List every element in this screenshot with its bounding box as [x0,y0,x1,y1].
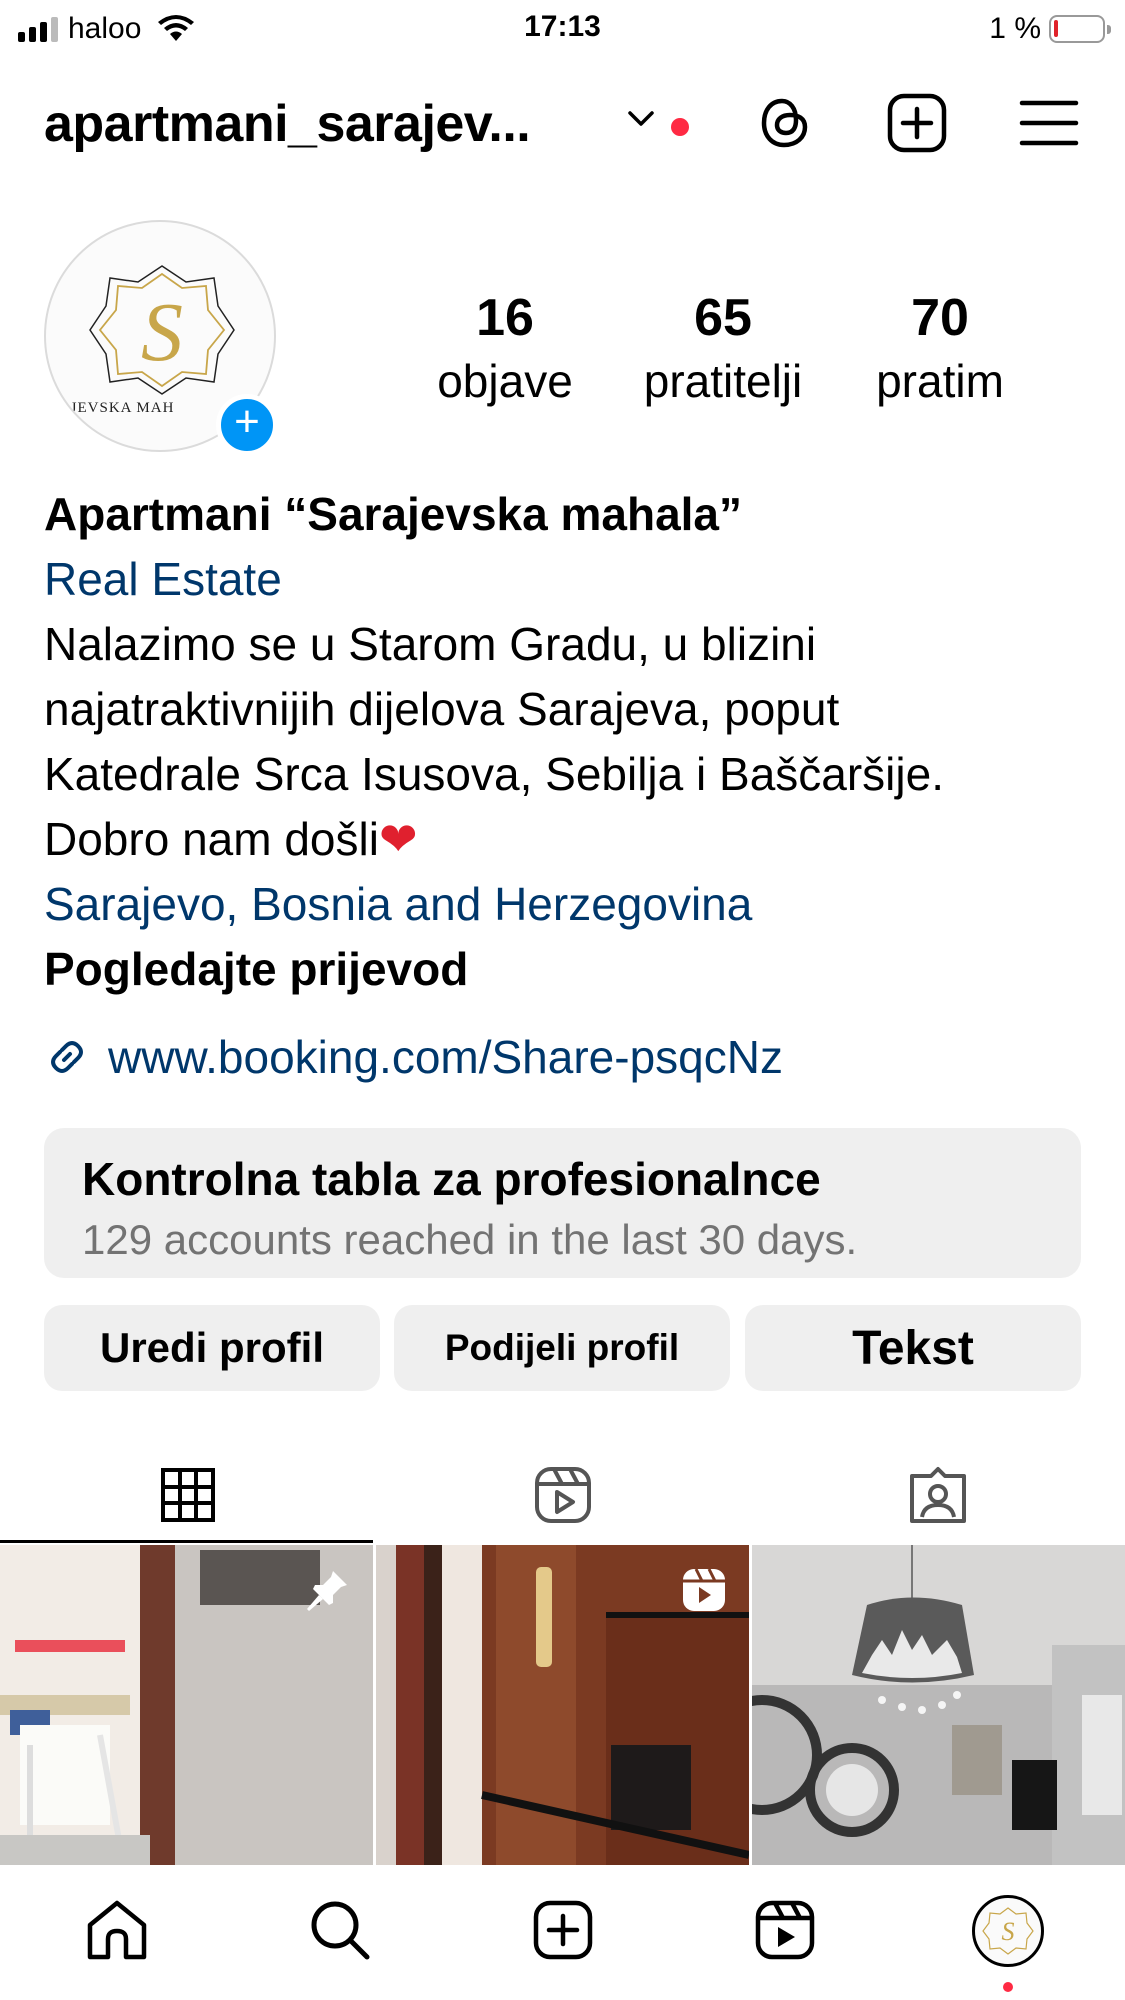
profile-avatar-logo: S [982,1907,1034,1955]
bio-last-text: Dobro nam došli [44,813,379,865]
stat-followers-label: pratitelji [643,355,803,407]
nav-profile-avatar[interactable]: S [972,1895,1044,1967]
pin-icon [307,1571,347,1611]
reels-icon [683,1568,725,1611]
stat-followers[interactable]: 65 pratitelji [618,288,828,408]
nav-reels[interactable] [750,1895,820,1965]
bio-line: Dobro nam došli❤ [44,807,1104,872]
menu-icon[interactable] [1016,90,1082,156]
profile-bio: Apartmani “Sarajevska mahala” Real Estat… [44,482,1104,1002]
grid-post[interactable] [376,1545,749,1865]
tab-reels[interactable] [375,1455,750,1535]
nav-home[interactable] [82,1895,152,1965]
notification-dot [671,118,689,136]
status-time: 17:13 [524,10,601,43]
post-thumbnail [752,1545,1125,1865]
grid-post[interactable] [0,1545,373,1865]
search-icon [311,1901,370,1960]
location-link[interactable]: Sarajevo, Bosnia and Herzegovina [44,872,1104,937]
website-url[interactable]: www.booking.com/Share-psqcNz [108,1030,783,1084]
stat-followers-value: 65 [694,289,752,347]
bottom-nav: S [0,1865,1125,2000]
stat-posts[interactable]: 16 objave [412,288,598,408]
nav-search[interactable] [305,1895,375,1965]
text-button[interactable]: Tekst [745,1305,1081,1391]
edit-profile-button[interactable]: Uredi profil [44,1305,380,1391]
bio-line: Nalazimo se u Starom Gradu, u blizini [44,618,817,670]
stat-following-label: pratim [876,355,1004,407]
tab-tagged[interactable] [750,1455,1125,1535]
link-icon [51,1041,83,1073]
profile-header: apartmani_sarajev... [0,80,1125,170]
heart-emoji: ❤ [378,813,418,865]
tab-grid[interactable] [0,1455,375,1535]
create-icon [533,1900,593,1960]
display-name: Apartmani “Sarajevska mahala” [44,488,743,540]
create-icon[interactable] [884,90,950,156]
chevron-down-icon[interactable] [626,108,656,130]
professional-dashboard[interactable]: Kontrolna tabla za profesionalnce 129 ac… [44,1128,1081,1278]
category-label[interactable]: Real Estate [44,547,1104,612]
reels-icon [755,1900,815,1960]
stat-posts-label: objave [437,355,573,407]
grid-post[interactable] [752,1545,1125,1865]
dashboard-subtitle: 129 accounts reached in the last 30 days… [82,1216,858,1263]
add-story-button[interactable]: + [216,394,278,456]
share-profile-button[interactable]: Podijeli profil [394,1305,730,1391]
threads-icon[interactable] [752,90,818,156]
stat-posts-value: 16 [476,289,534,347]
home-icon [87,1900,147,1960]
battery-percent: 1 % [989,12,1041,45]
stat-following-value: 70 [911,289,969,347]
bio-line: najatraktivnijih dijelova Sarajeva, popu… [44,683,840,735]
profile-notification-dot [1003,1982,1013,1992]
account-username[interactable]: apartmani_sarajev... [44,94,531,154]
tagged-icon [909,1467,966,1523]
translate-link[interactable]: Pogledajte prijevod [44,937,1104,1002]
svg-text:S: S [141,286,183,379]
status-bar: haloo 17:13 1 % [0,0,1125,58]
nav-create[interactable] [528,1895,598,1965]
website-link[interactable]: www.booking.com/Share-psqcNz [44,1030,783,1084]
reels-icon [534,1467,591,1523]
status-right: 1 % [989,12,1111,46]
dashboard-title: Kontrolna tabla za profesionalnce [82,1153,821,1205]
stat-following[interactable]: 70 pratim [848,288,1032,408]
battery-icon [1049,15,1111,43]
bio-line: Katedrale Srca Isusova, Sebilja i Baščar… [44,748,944,800]
grid-icon [160,1468,215,1522]
active-tab-indicator [0,1540,373,1543]
svg-text:S: S [1002,1917,1015,1946]
